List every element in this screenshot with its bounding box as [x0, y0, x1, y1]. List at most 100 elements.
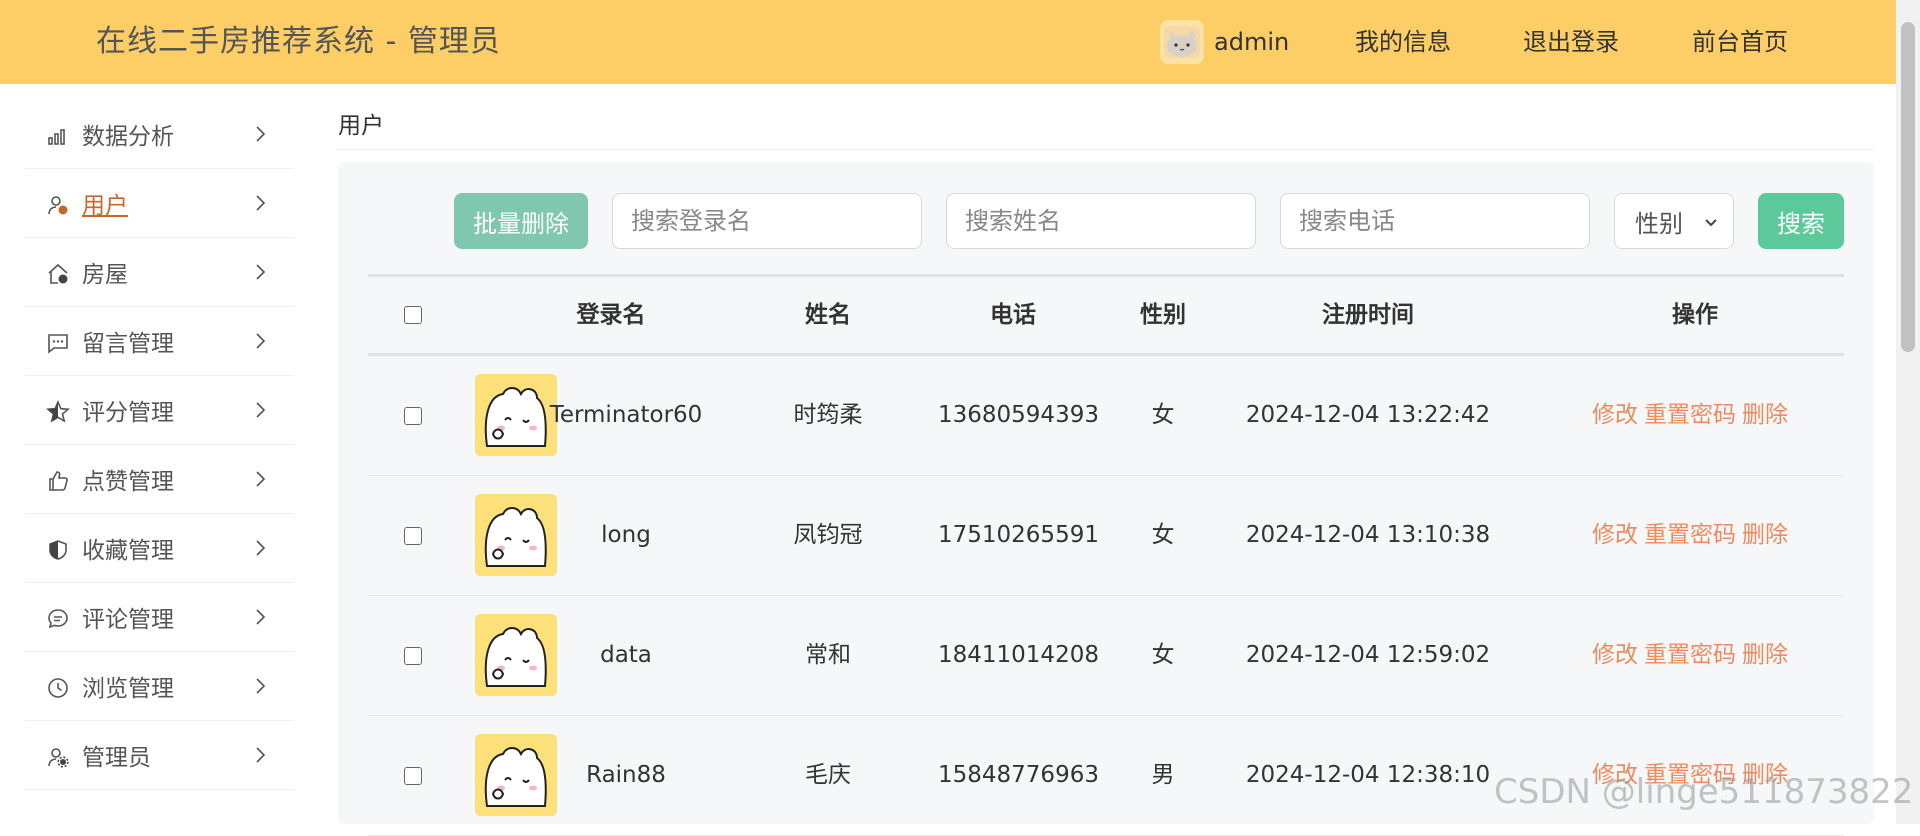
message-icon: [48, 334, 68, 354]
edit-link[interactable]: 修改: [1592, 642, 1638, 668]
sidebar-item-admins[interactable]: 管理员: [24, 721, 294, 790]
search-login-input[interactable]: [612, 193, 922, 249]
sidebar-item-houses[interactable]: 房屋: [24, 238, 294, 307]
batch-delete-button[interactable]: 批量删除: [454, 193, 588, 249]
delete-link[interactable]: 删除: [1742, 642, 1788, 668]
chevron-right-icon: [256, 126, 266, 142]
row-actions: 修改 重置密码 删除: [1592, 476, 1794, 595]
chevron-right-icon: [256, 747, 266, 763]
delete-link[interactable]: 删除: [1742, 522, 1788, 548]
user-icon: [48, 196, 68, 215]
comment-icon: [48, 609, 68, 629]
star-icon: [46, 400, 70, 423]
row-checkbox[interactable]: [404, 647, 422, 665]
chevron-right-icon: [256, 333, 266, 349]
search-button[interactable]: 搜索: [1758, 193, 1844, 249]
row-actions: 修改 重置密码 删除: [1592, 356, 1794, 475]
search-name-input[interactable]: [946, 193, 1256, 249]
chevron-right-icon: [256, 195, 266, 211]
chevron-right-icon: [256, 609, 266, 625]
chevron-right-icon: [256, 402, 266, 418]
delete-link[interactable]: 删除: [1742, 402, 1788, 428]
gender-select[interactable]: 性别: [1614, 193, 1734, 249]
search-phone-input[interactable]: [1280, 193, 1590, 249]
cell-login: Rain88: [586, 762, 666, 788]
chevron-right-icon: [256, 678, 266, 694]
sidebar-item-favorites[interactable]: 收藏管理: [24, 514, 294, 583]
frontend-home-link[interactable]: 前台首页: [1692, 22, 1788, 62]
reset-password-link[interactable]: 重置密码: [1644, 522, 1736, 548]
cell-phone: 15848776963: [938, 762, 1099, 788]
sidebar-item-label: 数据分析: [82, 124, 174, 150]
clock-icon: [48, 678, 68, 698]
table-row: data 常和 18411014208 女 2024-12-04 12:59:0…: [368, 596, 1844, 716]
chevron-right-icon: [256, 471, 266, 487]
cell-gender: 男: [1151, 762, 1175, 788]
shield-heart-icon: [49, 540, 67, 560]
table-row: long 凤钧冠 17510265591 女 2024-12-04 13:10:…: [368, 476, 1844, 596]
chevron-right-icon: [256, 264, 266, 280]
cell-gender: 女: [1151, 522, 1175, 548]
sidebar-item-label: 评论管理: [82, 607, 174, 633]
column-header-name: 姓名: [805, 302, 851, 328]
column-header-gender: 性别: [1140, 302, 1186, 328]
avatar[interactable]: [1160, 20, 1204, 64]
select-all-checkbox[interactable]: [404, 306, 422, 324]
sidebar-item-label: 房屋: [82, 262, 128, 288]
top-header: 在线二手房推荐系统 - 管理员 admin 我的信息 退出登录 前台首页: [0, 0, 1896, 84]
house-icon: [48, 263, 68, 284]
sidebar-item-comments[interactable]: 评论管理: [24, 583, 294, 652]
watermark: CSDN @linge511873822: [1494, 772, 1914, 812]
sidebar-item-label: 浏览管理: [82, 676, 174, 702]
reset-password-link[interactable]: 重置密码: [1644, 642, 1736, 668]
cell-register-time: 2024-12-04 12:59:02: [1245, 642, 1491, 668]
page-scrollbar[interactable]: [1896, 0, 1920, 824]
column-header-login: 登录名: [576, 302, 646, 328]
app-title: 在线二手房推荐系统 - 管理员: [96, 24, 501, 59]
bar-chart-icon: [48, 129, 65, 145]
cell-name: 凤钧冠: [793, 522, 863, 548]
sidebar-item-ratings[interactable]: 评分管理: [24, 376, 294, 445]
edit-link[interactable]: 修改: [1592, 522, 1638, 548]
sidebar-item-data-analysis[interactable]: 数据分析: [24, 100, 294, 169]
cell-name: 毛庆: [805, 762, 851, 788]
breadcrumb-divider: [338, 149, 1874, 150]
cell-name: 时筠柔: [793, 402, 863, 428]
chevron-down-icon: [1705, 219, 1717, 227]
breadcrumb: 用户: [338, 113, 384, 139]
sidebar-item-label: 管理员: [82, 745, 151, 771]
cell-phone: 13680594393: [938, 402, 1099, 428]
user-profile[interactable]: admin: [1160, 20, 1289, 64]
scrollbar-thumb[interactable]: [1901, 22, 1915, 352]
table-header: 登录名 姓名 电话 性别 注册时间 操作: [368, 274, 1844, 356]
sidebar-item-users[interactable]: 用户: [24, 169, 294, 238]
sidebar-item-label: 留言管理: [82, 331, 174, 357]
sidebar: 数据分析 用户 房屋 留言管理 评分管理 点赞管理 收藏管理 评论管理 浏览管理: [24, 100, 294, 790]
cell-login: Terminator60: [549, 402, 703, 428]
sidebar-item-label: 收藏管理: [82, 538, 174, 564]
cell-phone: 17510265591: [938, 522, 1099, 548]
sidebar-item-browsing[interactable]: 浏览管理: [24, 652, 294, 721]
edit-link[interactable]: 修改: [1592, 402, 1638, 428]
cell-phone: 18411014208: [938, 642, 1099, 668]
cell-name: 常和: [805, 642, 851, 668]
row-checkbox[interactable]: [404, 527, 422, 545]
chevron-right-icon: [256, 540, 266, 556]
logout-link[interactable]: 退出登录: [1523, 22, 1619, 62]
sidebar-item-label: 点赞管理: [82, 469, 174, 495]
sidebar-item-label: 用户: [82, 193, 128, 219]
users-table: 登录名 姓名 电话 性别 注册时间 操作 Terminator60 时筠柔 13…: [368, 274, 1844, 836]
cell-register-time: 2024-12-04 13:10:38: [1245, 522, 1491, 548]
column-header-actions: 操作: [1672, 302, 1718, 328]
my-info-link[interactable]: 我的信息: [1355, 22, 1451, 62]
row-checkbox[interactable]: [404, 407, 422, 425]
cell-register-time: 2024-12-04 13:22:42: [1245, 402, 1491, 428]
sidebar-item-messages[interactable]: 留言管理: [24, 307, 294, 376]
reset-password-link[interactable]: 重置密码: [1644, 402, 1736, 428]
cell-login: long: [601, 522, 651, 548]
cell-gender: 女: [1151, 642, 1175, 668]
thumbs-up-icon: [49, 471, 68, 491]
cell-gender: 女: [1151, 402, 1175, 428]
sidebar-item-likes[interactable]: 点赞管理: [24, 445, 294, 514]
row-checkbox[interactable]: [404, 767, 422, 785]
